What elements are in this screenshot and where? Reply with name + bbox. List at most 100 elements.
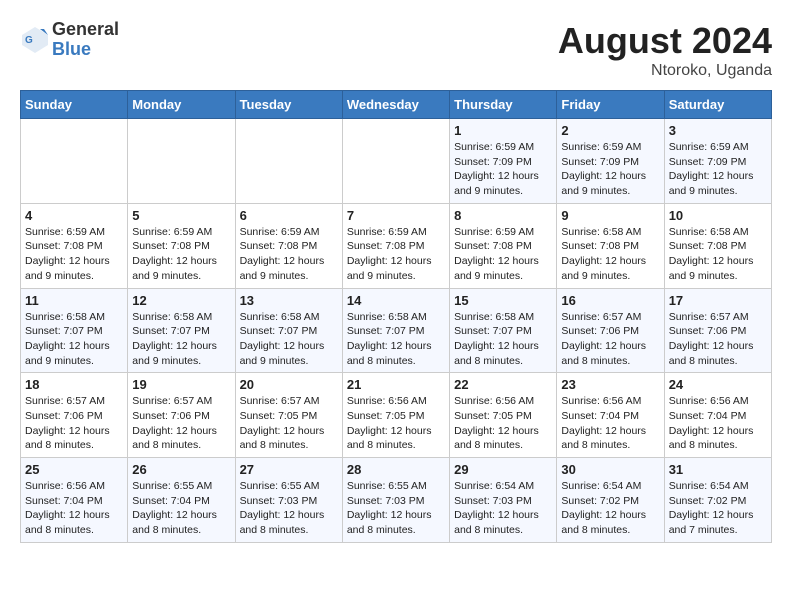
day-info: Sunrise: 6:59 AM Sunset: 7:08 PM Dayligh… <box>132 225 230 284</box>
day-info: Sunrise: 6:59 AM Sunset: 7:09 PM Dayligh… <box>561 140 659 199</box>
calendar-cell: 3 Sunrise: 6:59 AM Sunset: 7:09 PM Daylig… <box>664 119 771 204</box>
calendar-cell: 15 Sunrise: 6:58 AM Sunset: 7:07 PM Dayli… <box>450 288 557 373</box>
calendar-cell: 5 Sunrise: 6:59 AM Sunset: 7:08 PM Daylig… <box>128 203 235 288</box>
day-info: Sunrise: 6:57 AM Sunset: 7:06 PM Dayligh… <box>132 394 230 453</box>
day-number: 31 <box>669 462 767 477</box>
calendar-week-row: 25 Sunrise: 6:56 AM Sunset: 7:04 PM Dayli… <box>21 458 772 543</box>
day-info: Sunrise: 6:56 AM Sunset: 7:04 PM Dayligh… <box>25 479 123 538</box>
day-number: 24 <box>669 377 767 392</box>
day-number: 5 <box>132 208 230 223</box>
day-number: 21 <box>347 377 445 392</box>
day-number: 3 <box>669 123 767 138</box>
day-info: Sunrise: 6:55 AM Sunset: 7:04 PM Dayligh… <box>132 479 230 538</box>
day-number: 19 <box>132 377 230 392</box>
weekday-header-friday: Friday <box>557 91 664 119</box>
weekday-header-sunday: Sunday <box>21 91 128 119</box>
calendar-cell: 29 Sunrise: 6:54 AM Sunset: 7:03 PM Dayli… <box>450 458 557 543</box>
day-number: 14 <box>347 293 445 308</box>
calendar-cell: 30 Sunrise: 6:54 AM Sunset: 7:02 PM Dayli… <box>557 458 664 543</box>
day-info: Sunrise: 6:56 AM Sunset: 7:04 PM Dayligh… <box>561 394 659 453</box>
calendar-cell <box>235 119 342 204</box>
day-number: 18 <box>25 377 123 392</box>
calendar-week-row: 4 Sunrise: 6:59 AM Sunset: 7:08 PM Daylig… <box>21 203 772 288</box>
calendar-cell: 23 Sunrise: 6:56 AM Sunset: 7:04 PM Dayli… <box>557 373 664 458</box>
day-info: Sunrise: 6:57 AM Sunset: 7:06 PM Dayligh… <box>561 310 659 369</box>
title-block: August 2024 Ntoroko, Uganda <box>558 20 772 80</box>
weekday-header-row: SundayMondayTuesdayWednesdayThursdayFrid… <box>21 91 772 119</box>
day-info: Sunrise: 6:55 AM Sunset: 7:03 PM Dayligh… <box>347 479 445 538</box>
day-info: Sunrise: 6:59 AM Sunset: 7:08 PM Dayligh… <box>25 225 123 284</box>
weekday-header-wednesday: Wednesday <box>342 91 449 119</box>
day-number: 9 <box>561 208 659 223</box>
calendar-cell: 14 Sunrise: 6:58 AM Sunset: 7:07 PM Dayli… <box>342 288 449 373</box>
calendar-cell: 27Sunrise: 6:55 AM Sunset: 7:03 PM Dayli… <box>235 458 342 543</box>
day-number: 12 <box>132 293 230 308</box>
calendar-cell: 19 Sunrise: 6:57 AM Sunset: 7:06 PM Dayli… <box>128 373 235 458</box>
calendar-week-row: 18 Sunrise: 6:57 AM Sunset: 7:06 PM Dayli… <box>21 373 772 458</box>
day-number: 2 <box>561 123 659 138</box>
day-number: 4 <box>25 208 123 223</box>
day-info: Sunrise: 6:58 AM Sunset: 7:07 PM Dayligh… <box>132 310 230 369</box>
calendar-cell: 20 Sunrise: 6:57 AM Sunset: 7:05 PM Dayli… <box>235 373 342 458</box>
day-number: 17 <box>669 293 767 308</box>
calendar-cell: 1Sunrise: 6:59 AM Sunset: 7:09 PM Daylig… <box>450 119 557 204</box>
calendar-cell: 18Sunrise: 6:57 AM Sunset: 7:06 PM Dayli… <box>21 373 128 458</box>
calendar-cell: 24Sunrise: 6:56 AM Sunset: 7:04 PM Dayli… <box>664 373 771 458</box>
calendar-cell: 7Sunrise: 6:59 AM Sunset: 7:08 PM Daylig… <box>342 203 449 288</box>
day-number: 29 <box>454 462 552 477</box>
day-info: Sunrise: 6:59 AM Sunset: 7:08 PM Dayligh… <box>454 225 552 284</box>
day-info: Sunrise: 6:58 AM Sunset: 7:07 PM Dayligh… <box>25 310 123 369</box>
calendar-week-row: 11Sunrise: 6:58 AM Sunset: 7:07 PM Dayli… <box>21 288 772 373</box>
calendar-table: SundayMondayTuesdayWednesdayThursdayFrid… <box>20 90 772 543</box>
calendar-cell: 21 Sunrise: 6:56 AM Sunset: 7:05 PM Dayli… <box>342 373 449 458</box>
day-number: 13 <box>240 293 338 308</box>
day-number: 20 <box>240 377 338 392</box>
day-info: Sunrise: 6:58 AM Sunset: 7:07 PM Dayligh… <box>240 310 338 369</box>
weekday-header-saturday: Saturday <box>664 91 771 119</box>
logo: G General Blue <box>20 20 119 60</box>
calendar-cell: 8Sunrise: 6:59 AM Sunset: 7:08 PM Daylig… <box>450 203 557 288</box>
day-info: Sunrise: 6:55 AM Sunset: 7:03 PM Dayligh… <box>240 479 338 538</box>
calendar-cell: 10Sunrise: 6:58 AM Sunset: 7:08 PM Dayli… <box>664 203 771 288</box>
calendar-cell: 31 Sunrise: 6:54 AM Sunset: 7:02 PM Dayli… <box>664 458 771 543</box>
calendar-cell: 26 Sunrise: 6:55 AM Sunset: 7:04 PM Dayli… <box>128 458 235 543</box>
day-info: Sunrise: 6:59 AM Sunset: 7:09 PM Dayligh… <box>669 140 767 199</box>
weekday-header-tuesday: Tuesday <box>235 91 342 119</box>
page-header: G General Blue August 2024 Ntoroko, Ugan… <box>20 20 772 80</box>
calendar-cell: 13 Sunrise: 6:58 AM Sunset: 7:07 PM Dayli… <box>235 288 342 373</box>
calendar-cell: 6 Sunrise: 6:59 AM Sunset: 7:08 PM Daylig… <box>235 203 342 288</box>
day-info: Sunrise: 6:58 AM Sunset: 7:08 PM Dayligh… <box>561 225 659 284</box>
day-info: Sunrise: 6:54 AM Sunset: 7:03 PM Dayligh… <box>454 479 552 538</box>
day-number: 7 <box>347 208 445 223</box>
location-text: Ntoroko, Uganda <box>558 62 772 80</box>
logo-blue-text: Blue <box>52 40 119 60</box>
calendar-cell <box>342 119 449 204</box>
logo-icon: G <box>20 25 50 55</box>
calendar-cell: 12 Sunrise: 6:58 AM Sunset: 7:07 PM Dayli… <box>128 288 235 373</box>
day-info: Sunrise: 6:56 AM Sunset: 7:05 PM Dayligh… <box>347 394 445 453</box>
calendar-cell: 11Sunrise: 6:58 AM Sunset: 7:07 PM Dayli… <box>21 288 128 373</box>
day-info: Sunrise: 6:58 AM Sunset: 7:07 PM Dayligh… <box>454 310 552 369</box>
day-number: 16 <box>561 293 659 308</box>
day-number: 26 <box>132 462 230 477</box>
month-year-title: August 2024 <box>558 20 772 62</box>
calendar-cell: 2 Sunrise: 6:59 AM Sunset: 7:09 PM Daylig… <box>557 119 664 204</box>
day-info: Sunrise: 6:57 AM Sunset: 7:06 PM Dayligh… <box>669 310 767 369</box>
day-info: Sunrise: 6:54 AM Sunset: 7:02 PM Dayligh… <box>669 479 767 538</box>
day-info: Sunrise: 6:54 AM Sunset: 7:02 PM Dayligh… <box>561 479 659 538</box>
weekday-header-thursday: Thursday <box>450 91 557 119</box>
calendar-cell: 16 Sunrise: 6:57 AM Sunset: 7:06 PM Dayli… <box>557 288 664 373</box>
day-number: 25 <box>25 462 123 477</box>
day-info: Sunrise: 6:57 AM Sunset: 7:05 PM Dayligh… <box>240 394 338 453</box>
day-info: Sunrise: 6:59 AM Sunset: 7:08 PM Dayligh… <box>240 225 338 284</box>
calendar-cell: 22Sunrise: 6:56 AM Sunset: 7:05 PM Dayli… <box>450 373 557 458</box>
day-number: 6 <box>240 208 338 223</box>
day-number: 23 <box>561 377 659 392</box>
day-number: 15 <box>454 293 552 308</box>
day-number: 1 <box>454 123 552 138</box>
day-info: Sunrise: 6:58 AM Sunset: 7:07 PM Dayligh… <box>347 310 445 369</box>
day-number: 30 <box>561 462 659 477</box>
day-info: Sunrise: 6:56 AM Sunset: 7:05 PM Dayligh… <box>454 394 552 453</box>
day-info: Sunrise: 6:58 AM Sunset: 7:08 PM Dayligh… <box>669 225 767 284</box>
calendar-cell <box>21 119 128 204</box>
